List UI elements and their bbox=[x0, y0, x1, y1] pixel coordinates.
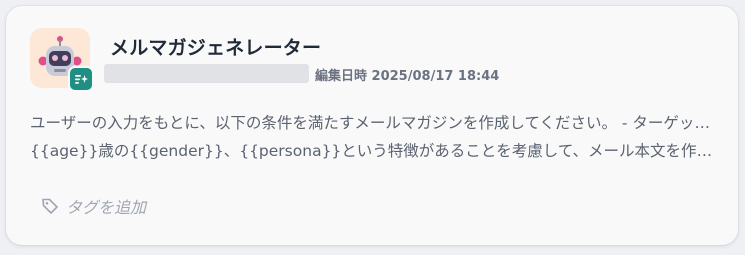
tag-icon bbox=[42, 198, 58, 214]
add-tag-label: タグを追加 bbox=[66, 198, 147, 217]
edited-timestamp: 編集日時 2025/08/17 18:44 bbox=[315, 65, 499, 84]
app-card[interactable]: メルマガジェネレーター 編集日時 2025/08/17 18:44 ユーザーの入… bbox=[6, 6, 738, 245]
generator-badge bbox=[68, 66, 94, 92]
author-redacted-bar bbox=[104, 64, 309, 83]
add-tag-button[interactable]: タグを追加 bbox=[40, 195, 146, 217]
description-line-2: {{age}}歳の{{gender}}、{{persona}}という特徴があるこ… bbox=[30, 142, 720, 160]
edited-label: 編集日時 bbox=[315, 69, 368, 84]
app-description: ユーザーの入力をもとに、以下の条件を満たすメールマガジンを作成してください。 -… bbox=[30, 109, 720, 165]
description-line-1: ユーザーの入力をもとに、以下の条件を満たすメールマガジンを作成してください。 -… bbox=[30, 114, 720, 132]
app-title: メルマガジェネレーター bbox=[110, 37, 322, 59]
generate-icon bbox=[75, 75, 88, 84]
edited-at-value: 2025/08/17 18:44 bbox=[371, 69, 500, 84]
